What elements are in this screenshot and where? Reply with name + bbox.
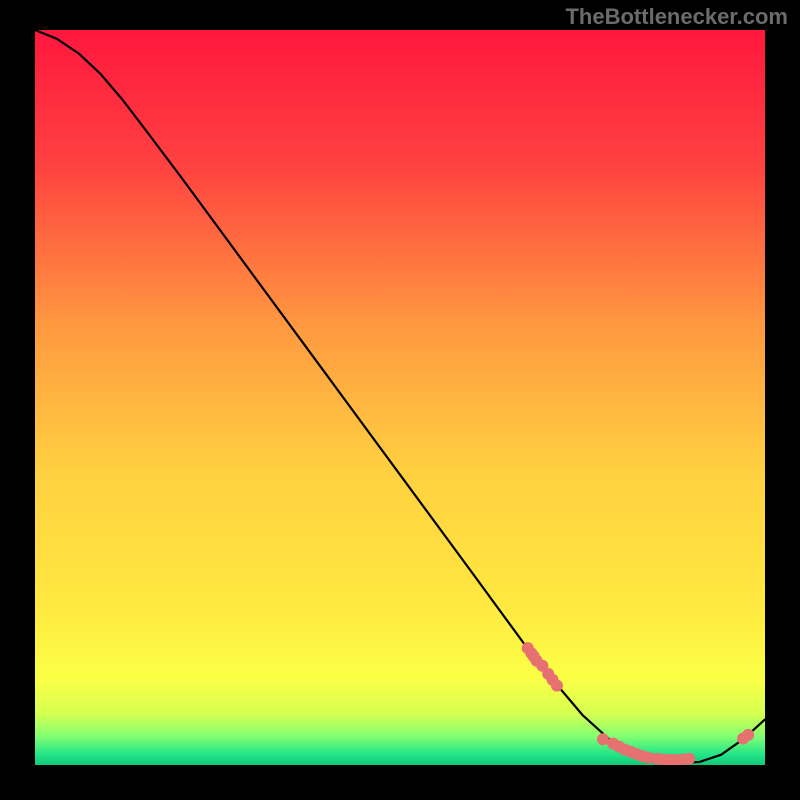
gradient-background [35,30,765,765]
plot-frame [35,30,765,765]
chart-container: TheBottlenecker.com [0,0,800,800]
data-point [742,729,754,741]
data-point [683,753,695,765]
data-point [597,733,609,745]
data-point [551,680,563,692]
watermark-text: TheBottlenecker.com [565,4,788,30]
chart-svg [35,30,765,765]
